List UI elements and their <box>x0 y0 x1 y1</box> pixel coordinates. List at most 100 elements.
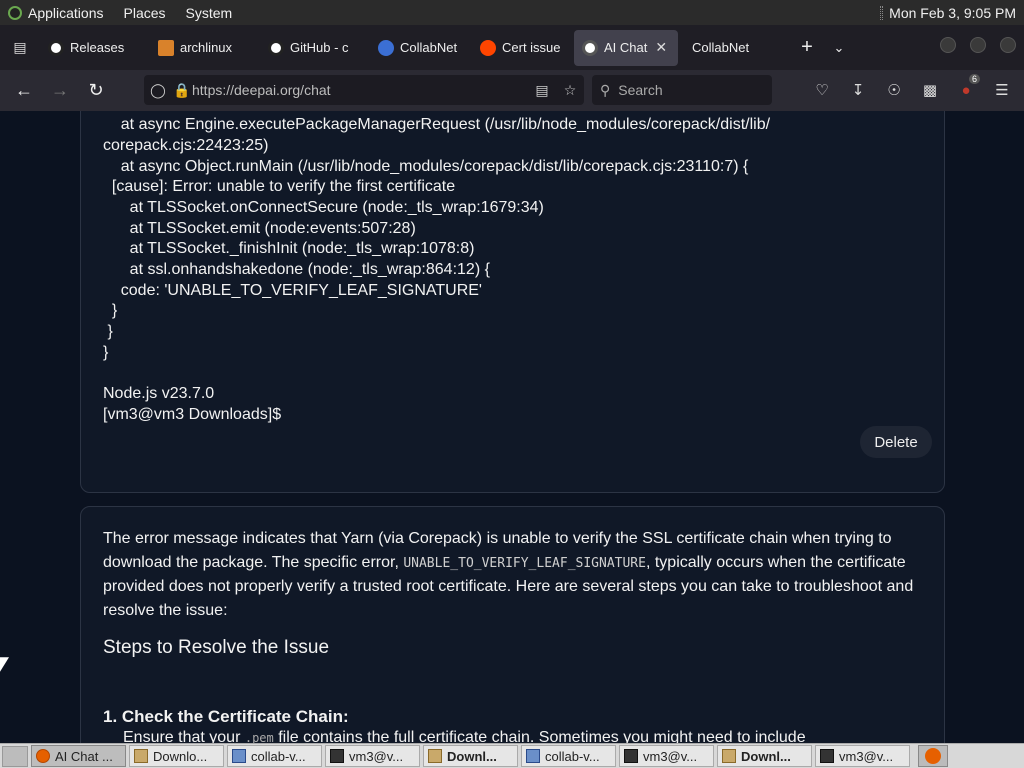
tab-label: AI Chat <box>604 40 648 55</box>
tab-collabnet[interactable]: CollabNet <box>370 30 470 66</box>
firefox-launcher[interactable] <box>918 745 948 767</box>
bookmark-star-icon[interactable]: ☆ <box>556 82 584 99</box>
taskbar-item[interactable]: AI Chat ... <box>31 745 126 767</box>
user-message-line: at async Object.runMain (/usr/lib/node_m… <box>103 158 749 175</box>
tab-collabnet-2[interactable]: CollabNet <box>680 30 780 66</box>
close-tab-icon[interactable]: ✕ <box>655 39 667 56</box>
firefox-icon <box>36 749 50 763</box>
folder-icon <box>134 749 148 763</box>
system-menu[interactable]: System <box>186 5 233 21</box>
shield-icon[interactable]: ◯ <box>144 82 172 99</box>
tab-releases[interactable]: Releases <box>40 30 148 66</box>
menu-icon[interactable]: ☰ <box>986 81 1018 99</box>
user-message-line: [cause]: Error: unable to verify the fir… <box>103 178 456 195</box>
search-placeholder: Search <box>618 82 663 98</box>
taskbar-label: vm3@v... <box>643 748 698 764</box>
places-menu[interactable]: Places <box>124 5 166 21</box>
clock[interactable]: Mon Feb 3, 9:05 PM <box>889 5 1016 21</box>
account-icon[interactable]: ☉ <box>878 81 910 99</box>
back-button[interactable]: ← <box>6 75 42 107</box>
window-controls <box>940 37 1016 53</box>
extensions-icon[interactable]: ▩ <box>914 81 946 99</box>
taskbar-item[interactable]: Downl... <box>717 745 812 767</box>
lock-icon[interactable]: 🔒 <box>172 82 192 99</box>
ai-text: file contains the full certificate chain… <box>273 729 806 743</box>
forward-button[interactable]: → <box>42 75 78 107</box>
taskbar: AI Chat ... Downlo... collab-v... vm3@v.… <box>0 743 1024 768</box>
search-input[interactable]: ⚲ Search <box>592 75 772 105</box>
panel-grip-icon <box>880 5 884 20</box>
url-text[interactable]: https://deepai.org/chat <box>192 82 528 98</box>
folder-icon <box>722 749 736 763</box>
user-message-line: } <box>103 302 118 319</box>
pocket-icon[interactable]: ♡ <box>806 81 838 99</box>
error-code: UNABLE_TO_VERIFY_LEAF_SIGNATURE <box>403 555 646 571</box>
tab-github[interactable]: GitHub - c <box>260 30 368 66</box>
applications-menu-icon[interactable] <box>8 5 22 20</box>
step-text: Ensure that your .pem file contains the … <box>123 729 806 743</box>
applications-menu[interactable]: Applications <box>28 5 104 21</box>
ublock-icon[interactable]: ● 6 <box>950 73 982 99</box>
search-icon: ⚲ <box>600 81 611 98</box>
user-message-card: at async Engine.executePackageManagerReq… <box>80 111 945 493</box>
taskbar-label: AI Chat ... <box>55 748 113 764</box>
taskbar-item[interactable]: collab-v... <box>227 745 322 767</box>
minimize-button[interactable] <box>940 37 956 53</box>
file-ext-code: .pem <box>244 731 274 743</box>
deepai-icon <box>582 39 598 56</box>
code-icon <box>526 749 540 763</box>
toolbar-icons: ♡ ↧ ☉ ▩ ● 6 ☰ <box>806 73 1018 105</box>
reader-view-icon[interactable]: ▤ <box>528 82 556 99</box>
taskbar-label: Downl... <box>741 748 791 764</box>
taskbar-item[interactable]: Downl... <box>423 745 518 767</box>
terminal-icon <box>624 749 638 763</box>
url-bar[interactable]: ◯ 🔒 https://deepai.org/chat ▤ ☆ <box>144 75 584 105</box>
code-icon <box>232 749 246 763</box>
user-message-line: at TLSSocket.emit (node:events:507:28) <box>103 220 416 237</box>
list-all-tabs-icon[interactable]: ▤ <box>0 25 40 70</box>
chevron-down-icon[interactable]: ⌄ <box>824 40 854 56</box>
downloads-icon[interactable]: ↧ <box>842 81 874 99</box>
tab-cert-issue[interactable]: Cert issue <box>472 30 572 66</box>
taskbar-item[interactable]: vm3@v... <box>325 745 420 767</box>
taskbar-item[interactable]: Downlo... <box>129 745 224 767</box>
ai-heading: Steps to Resolve the Issue <box>103 637 330 658</box>
chat-page: at async Engine.executePackageManagerReq… <box>0 111 1024 743</box>
ai-response-paragraph: The error message indicates that Yarn (v… <box>103 527 923 622</box>
taskbar-item[interactable]: vm3@v... <box>619 745 714 767</box>
tab-archlinux[interactable]: archlinux <box>150 30 258 66</box>
step-title: 1. Check the Certificate Chain: <box>103 707 349 726</box>
show-desktop-button[interactable] <box>2 745 28 767</box>
user-message-line: [vm3@vm3 Downloads]$ <box>103 406 282 423</box>
close-window-button[interactable] <box>1000 37 1016 53</box>
archlinux-icon <box>158 39 174 56</box>
tab-ai-chat[interactable]: AI Chat ✕ <box>574 29 678 66</box>
user-message-line: } <box>103 344 109 361</box>
taskbar-item[interactable]: vm3@v... <box>815 745 910 767</box>
taskbar-label: collab-v... <box>545 748 600 764</box>
user-message-line: at TLSSocket._finishInit (node:_tls_wrap… <box>103 240 475 257</box>
maximize-button[interactable] <box>970 37 986 53</box>
taskbar-label: vm3@v... <box>839 748 894 764</box>
mouse-cursor-icon <box>0 657 9 672</box>
reload-button[interactable]: ↻ <box>78 75 114 107</box>
nav-bar: ← → ↻ ◯ 🔒 https://deepai.org/chat ▤ ☆ ⚲ … <box>0 70 1024 111</box>
user-message-line: corepack.cjs:22423:25) <box>103 137 269 154</box>
terminal-icon <box>820 749 834 763</box>
user-message-line: at ssl.onhandshakedone (node:_tls_wrap:8… <box>103 261 490 278</box>
folder-icon <box>428 749 442 763</box>
ai-message-card: The error message indicates that Yarn (v… <box>80 506 945 743</box>
tab-label: Cert issue <box>502 40 561 55</box>
taskbar-label: Downl... <box>447 748 497 764</box>
taskbar-label: Downlo... <box>153 748 208 764</box>
user-message-line: at async Engine.executePackageManagerReq… <box>103 116 771 133</box>
ai-text: Ensure that your <box>123 729 245 743</box>
taskbar-item[interactable]: collab-v... <box>521 745 616 767</box>
tab-label: CollabNet <box>400 40 458 55</box>
tab-label: archlinux <box>180 40 233 55</box>
tab-label: GitHub - c <box>290 40 349 55</box>
extension-badge: 6 <box>968 73 980 84</box>
new-tab-button[interactable]: + <box>790 36 824 59</box>
delete-button[interactable]: Delete <box>860 426 932 458</box>
reddit-icon <box>480 39 496 56</box>
